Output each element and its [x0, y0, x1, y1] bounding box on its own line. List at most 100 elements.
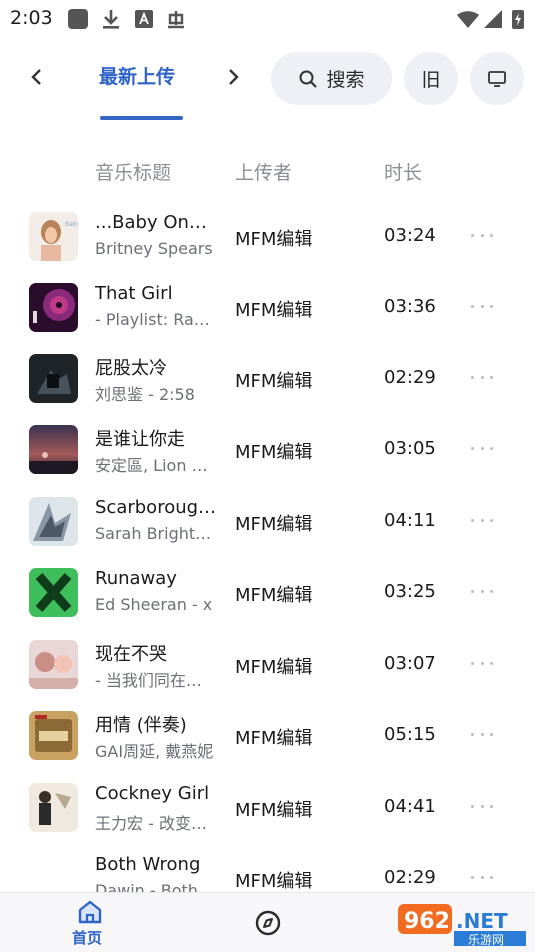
more-button[interactable] — [471, 587, 493, 595]
site-watermark: 962 .NET 乐游网 — [396, 900, 530, 948]
song-row[interactable]: 屁股太冷 刘思鉴 - 2:58 MFM编辑 02:29 — [0, 344, 535, 415]
song-duration: 03:25 — [384, 581, 436, 602]
song-title: 现在不哭 — [95, 644, 167, 665]
battery-icon — [512, 10, 524, 29]
more-icon — [471, 375, 474, 379]
active-tab-indicator — [100, 116, 183, 120]
song-uploader: MFM编辑 — [235, 514, 313, 535]
a-font-icon — [135, 10, 153, 28]
song-duration: 05:15 — [384, 724, 436, 745]
bug-icon — [168, 11, 184, 29]
song-title: 是谁让你走 — [95, 429, 185, 450]
more-button[interactable] — [471, 802, 493, 810]
header-duration: 时长 — [384, 162, 423, 184]
more-button[interactable] — [471, 730, 493, 738]
back-button[interactable] — [22, 62, 52, 92]
song-uploader: MFM编辑 — [235, 585, 313, 606]
song-artist: Ed Sheeran - x — [95, 595, 213, 614]
song-uploader: MFM编辑 — [235, 800, 313, 821]
song-duration: 02:29 — [384, 367, 436, 388]
more-icon — [471, 446, 474, 450]
watermark-cn: 乐游网 — [468, 933, 504, 947]
song-uploader: MFM编辑 — [235, 371, 313, 392]
song-row[interactable]: Baby ...Baby One More Time Britney Spear… — [0, 202, 535, 273]
song-uploader: MFM编辑 — [235, 871, 313, 892]
song-uploader: MFM编辑 — [235, 229, 313, 250]
album-cover — [29, 354, 78, 403]
status-bar: 2:03 — [0, 0, 535, 36]
tv-button[interactable] — [470, 52, 524, 105]
chevron-left-icon — [31, 69, 41, 85]
song-artist: 王力宏 - 改变自己 — [95, 814, 215, 833]
more-button[interactable] — [471, 516, 493, 524]
monitor-icon — [488, 70, 506, 87]
tab-latest-upload[interactable]: 最新上传 — [99, 62, 175, 89]
more-button[interactable] — [471, 444, 493, 452]
chevron-right-icon — [229, 69, 239, 85]
song-row[interactable]: 是谁让你走 安定區, Lion Bear MFM编辑 03:05 — [0, 415, 535, 486]
svg-text:Baby: Baby — [65, 221, 78, 228]
song-row[interactable]: Scarborough Fair Sarah Brightman MFM编辑 0… — [0, 487, 535, 558]
song-title: ...Baby One More Time — [95, 212, 217, 233]
search-label: 搜索 — [326, 69, 365, 91]
song-artist: 刘思鉴 - 2:58 — [95, 385, 195, 404]
song-artist: - Playlist: Rap Chill — [95, 310, 215, 329]
song-artist: GAI周延, 戴燕妮 — [95, 742, 214, 761]
song-row[interactable]: Runaway Ed Sheeran - x MFM编辑 03:25 — [0, 558, 535, 629]
song-row[interactable]: 用情 (伴奏) GAI周延, 戴燕妮 MFM编辑 05:15 — [0, 701, 535, 772]
search-icon — [299, 70, 318, 88]
forward-button[interactable] — [218, 62, 248, 92]
song-row[interactable]: 现在不哭 - 当我们同在一起 MFM编辑 03:07 — [0, 630, 535, 701]
song-uploader: MFM编辑 — [235, 442, 313, 463]
more-icon — [471, 661, 474, 665]
home-icon — [78, 900, 102, 924]
song-uploader: MFM编辑 — [235, 657, 313, 678]
top-navigation: 最新上传 搜索 旧 — [0, 46, 535, 122]
more-icon — [471, 304, 474, 308]
more-icon — [471, 233, 474, 237]
song-duration: 03:07 — [384, 653, 436, 674]
song-row[interactable]: That Girl - Playlist: Rap Chill MFM编辑 03… — [0, 273, 535, 344]
compass-icon — [255, 910, 281, 936]
more-icon — [471, 875, 474, 879]
more-button[interactable] — [471, 373, 493, 381]
album-cover — [29, 425, 78, 474]
album-cover — [29, 783, 78, 832]
watermark-number: 962 — [404, 909, 450, 934]
more-icon — [471, 804, 474, 808]
signal-icon — [484, 10, 502, 28]
song-duration: 03:24 — [384, 225, 436, 246]
more-button[interactable] — [471, 302, 493, 310]
song-duration: 03:05 — [384, 438, 436, 459]
album-cover: Baby — [29, 212, 78, 261]
song-uploader: MFM编辑 — [235, 300, 313, 321]
status-time: 2:03 — [10, 7, 53, 29]
header-title: 音乐标题 — [95, 162, 172, 184]
search-button[interactable]: 搜索 — [271, 52, 392, 105]
more-button[interactable] — [471, 873, 493, 881]
more-button[interactable] — [471, 231, 493, 239]
download-icon — [103, 10, 119, 29]
old-version-button[interactable]: 旧 — [404, 52, 458, 105]
song-duration: 04:11 — [384, 510, 436, 531]
album-cover — [29, 497, 78, 546]
song-duration: 04:41 — [384, 796, 436, 817]
song-artist: Britney Spears — [95, 239, 213, 258]
app-notification-icon — [68, 9, 88, 29]
album-cover — [29, 711, 78, 760]
song-artist: 安定區, Lion Bear — [95, 456, 215, 475]
more-icon — [471, 732, 474, 736]
song-artist: Sarah Brightman — [95, 524, 215, 543]
song-row[interactable]: Cockney Girl 王力宏 - 改变自己 MFM编辑 04:41 — [0, 773, 535, 844]
nav-home-label: 首页 — [72, 929, 103, 947]
album-cover — [29, 568, 78, 617]
nav-discover[interactable] — [254, 909, 282, 937]
song-duration: 03:36 — [384, 296, 436, 317]
song-title: Runaway — [95, 568, 177, 589]
more-button[interactable] — [471, 659, 493, 667]
song-title: That Girl — [95, 283, 173, 304]
song-title: Both Wrong — [95, 854, 201, 875]
song-uploader: MFM编辑 — [235, 728, 313, 749]
song-artist: - 当我们同在一起 — [95, 671, 215, 690]
old-version-label: 旧 — [421, 69, 441, 91]
